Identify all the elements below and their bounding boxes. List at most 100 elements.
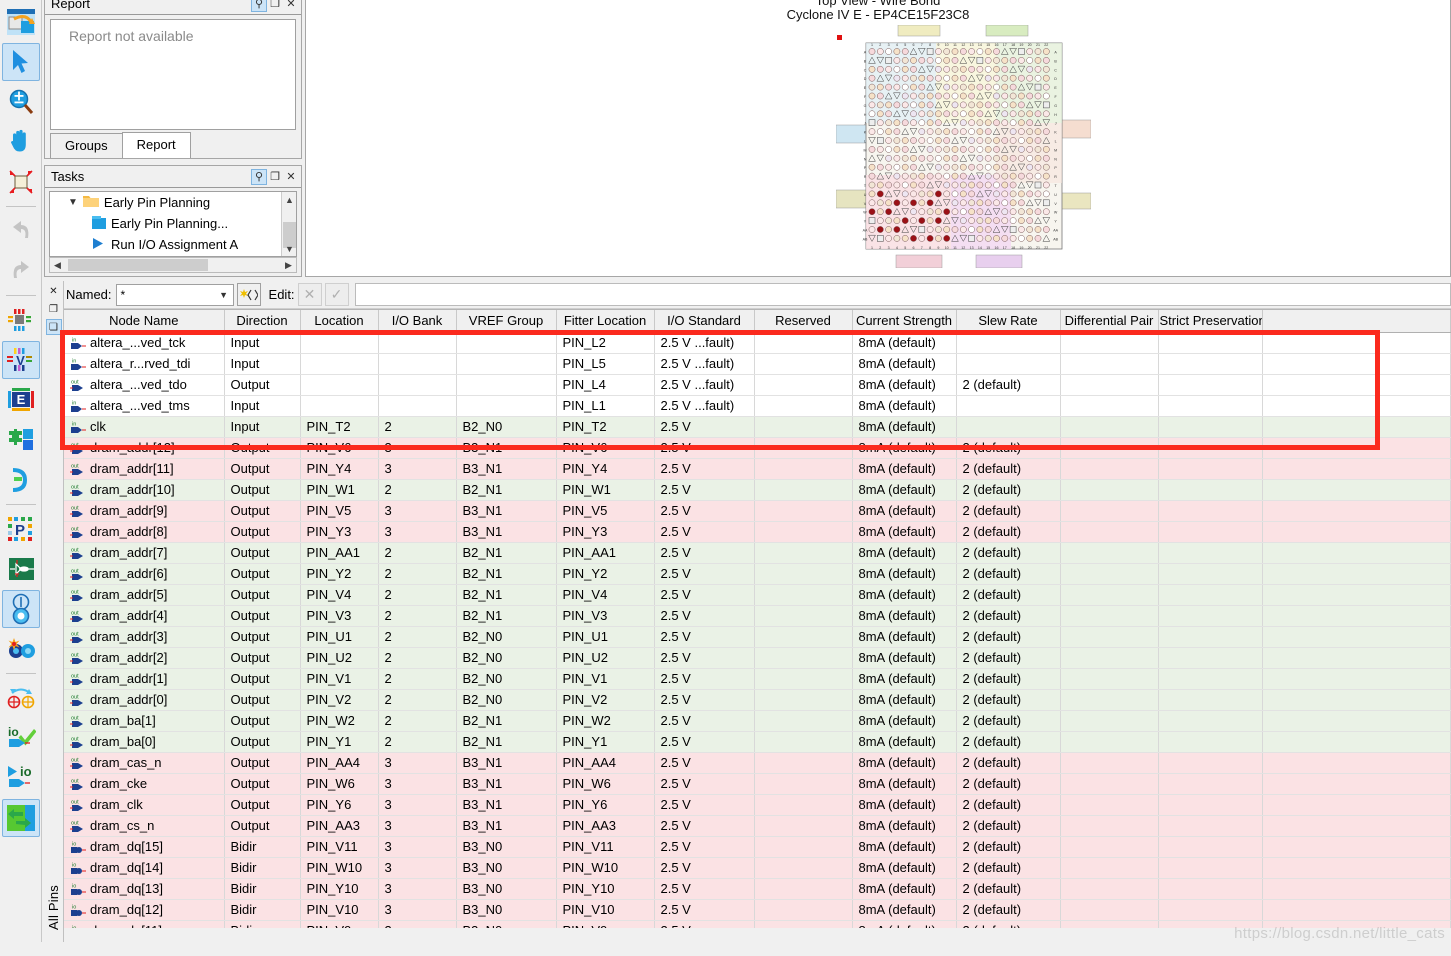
cell-fitter-location[interactable]: PIN_W1 [556, 479, 655, 501]
cell-reserved[interactable] [754, 605, 853, 627]
cell-slew-rate[interactable]: 2 (default) [956, 500, 1061, 522]
cell-current-strength[interactable]: 8mA (default) [852, 626, 957, 648]
cell-node-name[interactable]: out dram_addr[3] [64, 626, 225, 648]
table-row[interactable]: out dram_cs_n Output PIN_AA3 3 B3_N1 PIN_AA3 2.… [64, 815, 1451, 837]
cell-current-strength[interactable]: 8mA (default) [852, 815, 957, 837]
cell-location[interactable]: PIN_W2 [300, 710, 379, 732]
cell-fitter-location[interactable]: PIN_Y2 [556, 563, 655, 585]
zoom-icon[interactable] [2, 83, 40, 121]
cell-reserved[interactable] [754, 752, 853, 774]
chevron-down-icon[interactable]: ▼ [68, 197, 78, 208]
cell-slew-rate[interactable]: 2 (default) [956, 857, 1061, 879]
task-item-run-io-assignment[interactable]: Run I/O Assignment A [50, 234, 296, 255]
cell-current-strength[interactable]: 8mA (default) [852, 668, 957, 690]
cell-diff-pair[interactable] [1060, 584, 1159, 606]
run-io-assignment-icon[interactable]: io [2, 759, 40, 797]
table-row[interactable]: in altera_...ved_tck Input PIN_L2 2.5 V ...f… [64, 332, 1451, 354]
cell-diff-pair[interactable] [1060, 836, 1159, 858]
cell-location[interactable]: PIN_W1 [300, 479, 379, 501]
cell-slew-rate[interactable]: 2 (default) [956, 689, 1061, 711]
cell-vref-group[interactable]: B2_N1 [456, 563, 557, 585]
cell-fitter-location[interactable]: PIN_W6 [556, 773, 655, 795]
table-row[interactable]: out altera_...ved_tdo Output PIN_L4 2.5 V ..… [64, 374, 1451, 396]
cell-io-bank[interactable]: 3 [378, 899, 457, 921]
cell-fitter-location[interactable]: PIN_Y6 [556, 794, 655, 816]
pin-icon[interactable]: ⚲ [251, 168, 267, 185]
cell-current-strength[interactable]: 8mA (default) [852, 374, 957, 396]
cell-vref-group[interactable]: B2_N0 [456, 416, 557, 438]
cell-io-bank[interactable]: 3 [378, 521, 457, 543]
pan-hand-icon[interactable] [2, 123, 40, 161]
cell-io-bank[interactable] [378, 353, 457, 375]
cell-slew-rate[interactable]: 2 (default) [956, 899, 1061, 921]
cell-strict[interactable] [1158, 668, 1263, 690]
cell-io-bank[interactable]: 2 [378, 626, 457, 648]
cell-io-standard[interactable]: 2.5 V [654, 647, 755, 669]
cell-location[interactable]: PIN_U2 [300, 647, 379, 669]
cell-io-standard[interactable]: 2.5 V [654, 773, 755, 795]
cell-direction[interactable]: Output [224, 752, 301, 774]
cell-current-strength[interactable]: 8mA (default) [852, 500, 957, 522]
all-pins-table[interactable]: Node Name Direction Location I/O Bank VR… [64, 309, 1451, 942]
cell-direction[interactable]: Output [224, 710, 301, 732]
close-icon[interactable]: ✕ [283, 0, 299, 12]
cell-vref-group[interactable]: B2_N1 [456, 731, 557, 753]
cell-node-name[interactable]: out dram_addr[6] [64, 563, 225, 585]
cell-io-standard[interactable]: 2.5 V [654, 668, 755, 690]
bga-pin-grid[interactable]: 1 1 2 2 3 3 4 4 5 5 6 6 7 7 8 8 9 9 10 10 11 11 12 12 13 13 14 14 15… [835, 24, 1092, 269]
cell-slew-rate[interactable]: 2 (default) [956, 374, 1061, 396]
cell-direction[interactable]: Bidir [224, 899, 301, 921]
cell-node-name[interactable]: out dram_addr[9] [64, 500, 225, 522]
cell-direction[interactable]: Output [224, 521, 301, 543]
col-slew-rate[interactable]: Slew Rate [956, 310, 1061, 333]
maximize-icon[interactable]: ❏ [45, 319, 62, 335]
cell-strict[interactable] [1158, 752, 1263, 774]
io-assignment-check-icon[interactable]: io [2, 719, 40, 757]
cell-direction[interactable]: Output [224, 689, 301, 711]
cell-fitter-location[interactable]: PIN_V5 [556, 500, 655, 522]
cell-node-name[interactable]: in altera_r...rved_tdi [64, 353, 225, 375]
cell-fitter-location[interactable]: PIN_V6 [556, 437, 655, 459]
redo-icon[interactable] [2, 252, 40, 290]
cell-diff-pair[interactable] [1060, 731, 1159, 753]
cell-node-name[interactable]: io dram_dq[14] [64, 857, 225, 879]
cell-strict[interactable] [1158, 899, 1263, 921]
cell-slew-rate[interactable]: 2 (default) [956, 542, 1061, 564]
cell-reserved[interactable] [754, 479, 853, 501]
cell-direction[interactable]: Input [224, 395, 301, 417]
cell-io-standard[interactable]: 2.5 V [654, 584, 755, 606]
table-row[interactable]: out dram_addr[5] Output PIN_V4 2 B2_N1 PIN_V4 2… [64, 584, 1451, 606]
cell-diff-pair[interactable] [1060, 794, 1159, 816]
cell-fitter-location[interactable]: PIN_W10 [556, 857, 655, 879]
cell-current-strength[interactable]: 8mA (default) [852, 794, 957, 816]
cell-strict[interactable] [1158, 521, 1263, 543]
cell-strict[interactable] [1158, 374, 1263, 396]
cell-node-name[interactable]: in altera_...ved_tck [64, 332, 225, 354]
cell-current-strength[interactable]: 8mA (default) [852, 353, 957, 375]
cell-location[interactable] [300, 332, 379, 354]
pin-finder-icon[interactable] [2, 630, 40, 668]
cell-current-strength[interactable]: 8mA (default) [852, 752, 957, 774]
cell-fitter-location[interactable]: PIN_AA3 [556, 815, 655, 837]
table-row[interactable]: out dram_clk Output PIN_Y6 3 B3_N1 PIN_Y6 2.5 V… [64, 794, 1451, 816]
cell-current-strength[interactable]: 8mA (default) [852, 584, 957, 606]
cell-node-name[interactable]: out dram_addr[1] [64, 668, 225, 690]
cell-diff-pair[interactable] [1060, 605, 1159, 627]
x-icon[interactable]: ✕ [297, 283, 322, 306]
cell-io-standard[interactable]: 2.5 V [654, 563, 755, 585]
cell-slew-rate[interactable]: 2 (default) [956, 773, 1061, 795]
task-item-early-pin-planning-sub[interactable]: Early Pin Planning... [50, 213, 296, 234]
cell-diff-pair[interactable] [1060, 668, 1159, 690]
scroll-down-icon[interactable]: ▼ [282, 241, 296, 256]
cell-io-bank[interactable]: 3 [378, 794, 457, 816]
cell-reserved[interactable] [754, 395, 853, 417]
col-vref-group[interactable]: VREF Group [456, 310, 557, 333]
cell-fitter-location[interactable]: PIN_T2 [556, 416, 655, 438]
cell-io-standard[interactable]: 2.5 V ...fault) [654, 332, 755, 354]
io-banks-icon[interactable] [2, 421, 40, 459]
cell-node-name[interactable]: out dram_addr[8] [64, 521, 225, 543]
package-migration-icon[interactable] [2, 3, 40, 41]
cell-vref-group[interactable]: B3_N1 [456, 458, 557, 480]
cell-io-standard[interactable]: 2.5 V ...fault) [654, 353, 755, 375]
cell-diff-pair[interactable] [1060, 332, 1159, 354]
